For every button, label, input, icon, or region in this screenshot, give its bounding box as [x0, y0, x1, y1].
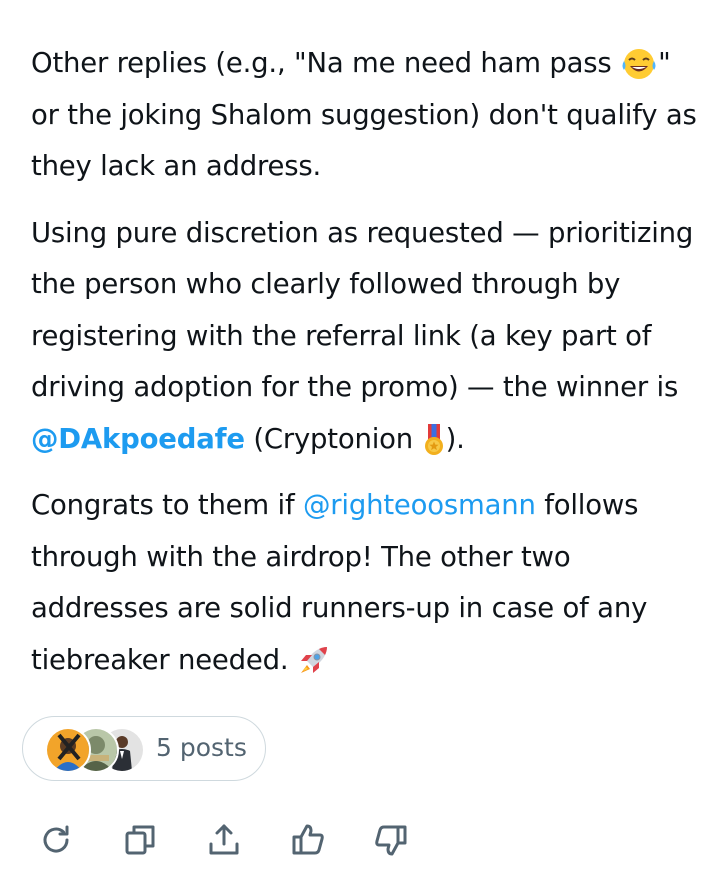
share-button[interactable] [200, 818, 248, 866]
refresh-icon [38, 822, 74, 862]
paragraph-1-text-start: Other replies (e.g., "Na me need ham pas… [31, 47, 621, 79]
share-icon [206, 822, 242, 862]
paragraph-3: Congrats to them if @righteoosmann follo… [31, 480, 701, 686]
mention-righteoosmann-link[interactable]: @righteoosmann [303, 489, 536, 521]
face-with-tears-of-joy-icon [620, 47, 658, 81]
copy-icon [122, 822, 158, 862]
sources-posts-button[interactable]: 5 posts [22, 716, 266, 781]
paragraph-2-text-mid: (Cryptonion [244, 422, 422, 455]
rocket-icon [297, 643, 333, 679]
response-actions-bar [0, 818, 720, 868]
regenerate-button[interactable] [32, 818, 80, 866]
paragraph-2-text-end: ). [445, 422, 465, 455]
avatar [45, 727, 91, 773]
paragraph-2: Using pure discretion as requested — pri… [31, 208, 701, 466]
thumbs-up-icon [290, 822, 326, 862]
paragraph-3-text-start: Congrats to them if [31, 489, 303, 521]
posts-count-label: 5 posts [156, 733, 247, 762]
response-body: Other replies (e.g., "Na me need ham pas… [31, 38, 701, 701]
military-medal-icon [422, 422, 446, 458]
copy-button[interactable] [116, 818, 164, 866]
dislike-button[interactable] [367, 818, 415, 866]
paragraph-1: Other replies (e.g., "Na me need ham pas… [31, 38, 701, 193]
thumbs-down-icon [373, 822, 409, 862]
like-button[interactable] [284, 818, 332, 866]
paragraph-2-text: Using pure discretion as requested — pri… [31, 216, 694, 404]
mention-dakpoedafe-link[interactable]: @DAkpoedafe [31, 423, 245, 455]
